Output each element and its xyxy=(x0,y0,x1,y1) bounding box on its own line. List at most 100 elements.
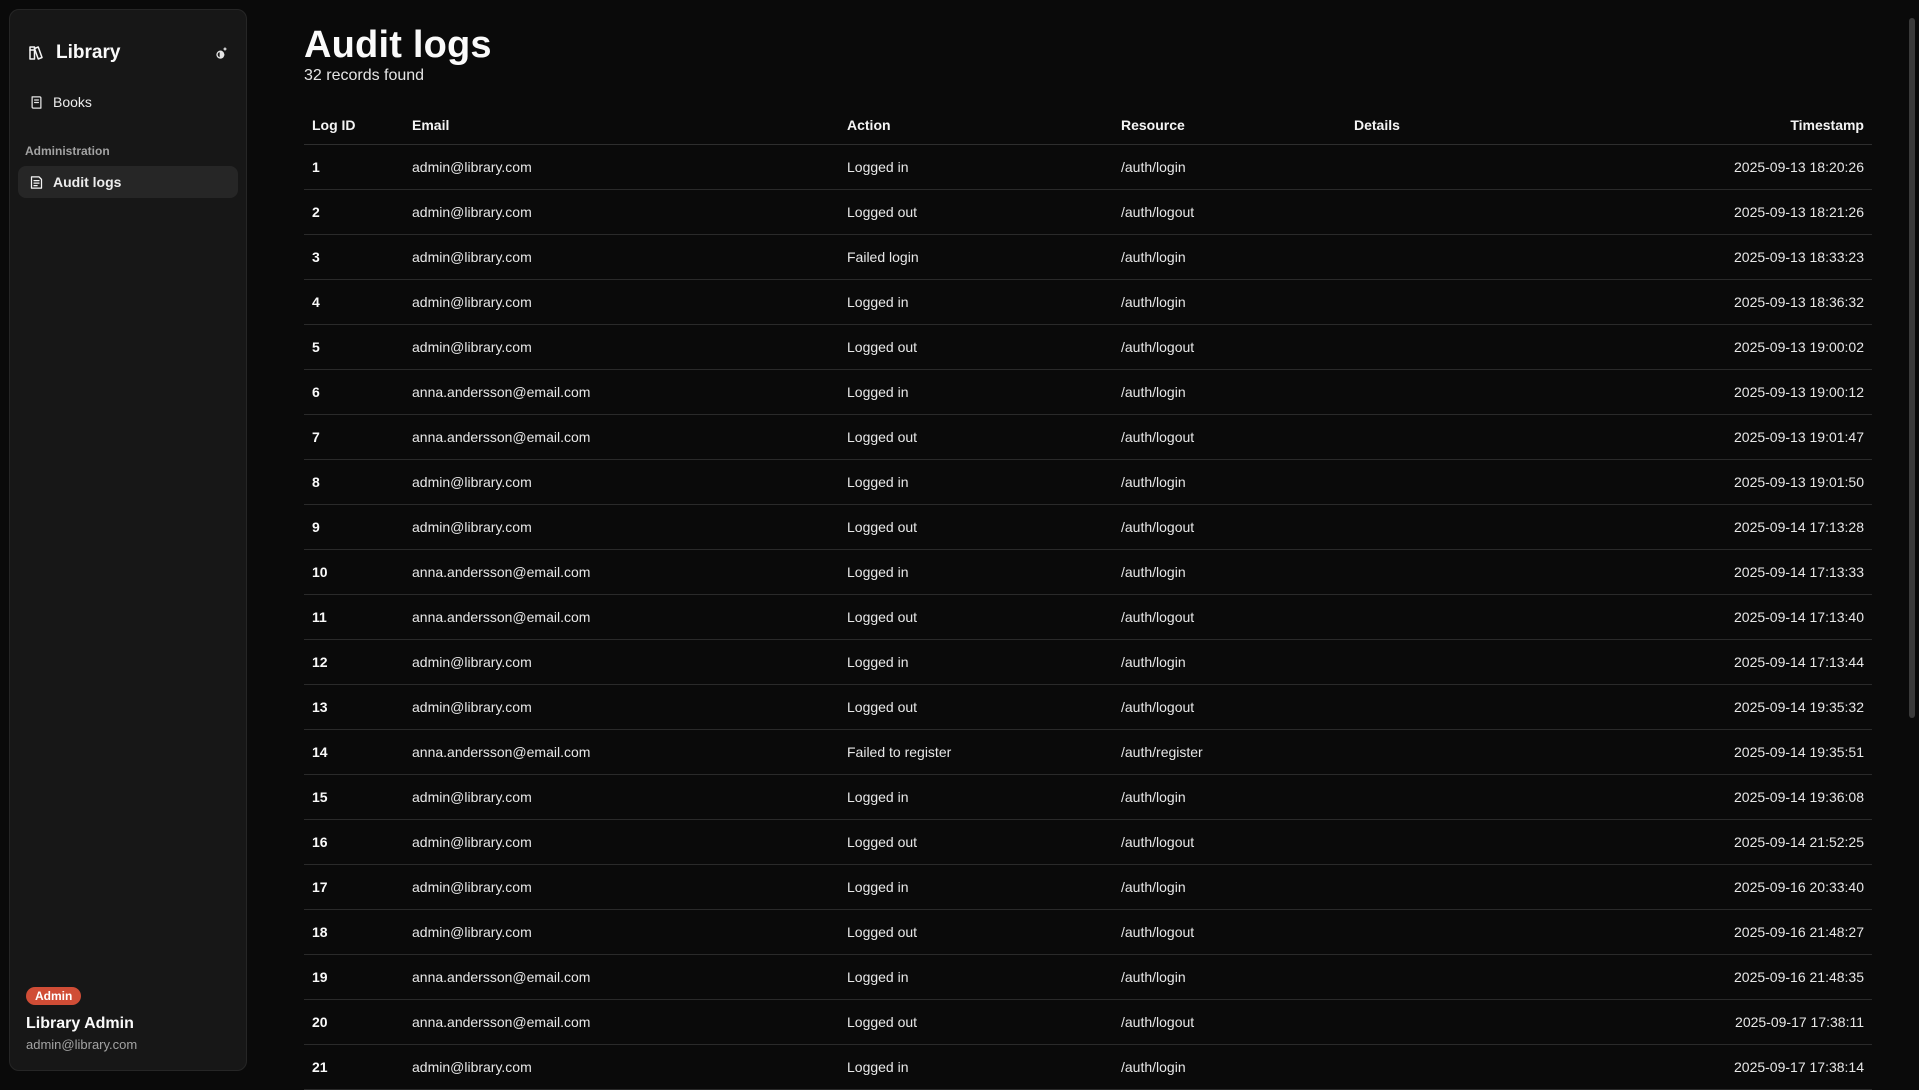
logs-icon xyxy=(28,174,44,190)
log-id-cell: 1 xyxy=(304,144,404,190)
email-cell: anna.andersson@email.com xyxy=(404,369,839,415)
table-row[interactable]: 16 admin@library.com Logged out/auth/logou… xyxy=(304,819,1872,865)
resource-cell: /auth/login xyxy=(1113,774,1346,820)
table-row[interactable]: 10 anna.andersson@email.com Logged in/auth… xyxy=(304,549,1872,595)
log-id-cell: 20 xyxy=(304,999,404,1045)
log-id-cell: 6 xyxy=(304,369,404,415)
action-cell: Logged out xyxy=(839,999,1113,1045)
record-count: 32 records found xyxy=(304,67,425,84)
action-cell: Logged in xyxy=(839,864,1113,910)
email-cell: admin@library.com xyxy=(404,864,839,910)
timestamp-cell: 2025-09-16 21:48:27 xyxy=(1726,909,1872,955)
column-header-email[interactable]: Email xyxy=(404,106,839,145)
action-cell: Logged out xyxy=(839,324,1113,370)
action-cell: Logged in xyxy=(839,369,1113,415)
sidebar-item-audit-logs[interactable]: Audit logs xyxy=(18,166,238,198)
resource-cell: /auth/register xyxy=(1113,729,1346,775)
table-row[interactable]: 20 anna.andersson@email.com Logged out/aut… xyxy=(304,999,1872,1045)
table-row[interactable]: 19 anna.andersson@email.com Logged in/auth… xyxy=(304,954,1872,1000)
timestamp-cell: 2025-09-16 21:48:35 xyxy=(1726,954,1872,1000)
table-row[interactable]: 13 admin@library.com Logged out/auth/logou… xyxy=(304,684,1872,730)
resource-cell: /auth/login xyxy=(1113,459,1346,505)
resource-cell: /auth/login xyxy=(1113,234,1346,280)
table-row[interactable]: 3 admin@library.com Failed login/auth/logi… xyxy=(304,234,1872,280)
details-cell xyxy=(1346,864,1726,910)
action-cell: Logged in xyxy=(839,774,1113,820)
table-row[interactable]: 15 admin@library.com Logged in/auth/login 2… xyxy=(304,774,1872,820)
resource-cell: /auth/login xyxy=(1113,954,1346,1000)
table-row[interactable]: 4 admin@library.com Logged in/auth/login 20… xyxy=(304,279,1872,325)
details-cell xyxy=(1346,459,1726,505)
email-cell: admin@library.com xyxy=(404,909,839,955)
timestamp-cell: 2025-09-13 19:00:02 xyxy=(1726,324,1872,370)
details-cell xyxy=(1346,684,1726,730)
action-cell: Logged in xyxy=(839,1044,1113,1090)
table-row[interactable]: 7 anna.andersson@email.com Logged out/auth… xyxy=(304,414,1872,460)
timestamp-cell: 2025-09-14 17:13:33 xyxy=(1726,549,1872,595)
column-header-timestamp[interactable]: Timestamp xyxy=(1726,106,1872,145)
table-row[interactable]: 12 admin@library.com Logged in/auth/login 2… xyxy=(304,639,1872,685)
details-cell xyxy=(1346,909,1726,955)
action-cell: Logged in xyxy=(839,954,1113,1000)
resource-cell: /auth/logout xyxy=(1113,324,1346,370)
user-profile[interactable]: Admin Library Admin admin@library.com xyxy=(26,987,236,1052)
action-cell: Failed to register xyxy=(839,729,1113,775)
details-cell xyxy=(1346,189,1726,235)
table-row[interactable]: 2 admin@library.com Logged out/auth/logout… xyxy=(304,189,1872,235)
log-id-cell: 3 xyxy=(304,234,404,280)
log-id-cell: 10 xyxy=(304,549,404,595)
resource-cell: /auth/logout xyxy=(1113,684,1346,730)
email-cell: admin@library.com xyxy=(404,684,839,730)
table-row[interactable]: 8 admin@library.com Logged in/auth/login 20… xyxy=(304,459,1872,505)
sidebar-item-books[interactable]: Books xyxy=(18,86,238,118)
resource-cell: /auth/login xyxy=(1113,144,1346,190)
scrollbar[interactable] xyxy=(1909,18,1915,718)
details-cell xyxy=(1346,234,1726,280)
user-email: admin@library.com xyxy=(26,1037,138,1052)
details-cell xyxy=(1346,549,1726,595)
email-cell: anna.andersson@email.com xyxy=(404,414,839,460)
table-row[interactable]: 14 anna.andersson@email.com Failed to regi… xyxy=(304,729,1872,775)
resource-cell: /auth/logout xyxy=(1113,189,1346,235)
log-id-cell: 14 xyxy=(304,729,404,775)
table-row[interactable]: 11 anna.andersson@email.com Logged out/aut… xyxy=(304,594,1872,640)
log-id-cell: 15 xyxy=(304,774,404,820)
log-id-cell: 4 xyxy=(304,279,404,325)
email-cell: admin@library.com xyxy=(404,234,839,280)
table-row[interactable]: 21 admin@library.com Logged in/auth/login 2… xyxy=(304,1044,1872,1090)
details-cell xyxy=(1346,144,1726,190)
table-row[interactable]: 5 admin@library.com Logged out/auth/logout… xyxy=(304,324,1872,370)
resource-cell: /auth/login xyxy=(1113,639,1346,685)
theme-toggle-icon[interactable] xyxy=(210,43,232,65)
timestamp-cell: 2025-09-17 17:38:11 xyxy=(1726,999,1872,1045)
column-header-resource[interactable]: Resource xyxy=(1113,106,1346,145)
action-cell: Logged out xyxy=(839,414,1113,460)
table-row[interactable]: 17 admin@library.com Logged in/auth/login 2… xyxy=(304,864,1872,910)
log-id-cell: 5 xyxy=(304,324,404,370)
details-cell xyxy=(1346,999,1726,1045)
resource-cell: /auth/login xyxy=(1113,1044,1346,1090)
table-row[interactable]: 18 admin@library.com Logged out/auth/logou… xyxy=(304,909,1872,955)
action-cell: Logged in xyxy=(839,459,1113,505)
timestamp-cell: 2025-09-14 17:13:44 xyxy=(1726,639,1872,685)
action-cell: Logged out xyxy=(839,819,1113,865)
email-cell: admin@library.com xyxy=(404,189,839,235)
timestamp-cell: 2025-09-14 21:52:25 xyxy=(1726,819,1872,865)
brand-label: Library xyxy=(56,42,121,63)
table-row[interactable]: 9 admin@library.com Logged out/auth/logout… xyxy=(304,504,1872,550)
table-row[interactable]: 6 anna.andersson@email.com Logged in/auth/… xyxy=(304,369,1872,415)
user-name: Library Admin xyxy=(26,1015,134,1032)
column-header-details[interactable]: Details xyxy=(1346,106,1726,145)
brand[interactable]: Library xyxy=(26,33,234,73)
email-cell: admin@library.com xyxy=(404,324,839,370)
email-cell: admin@library.com xyxy=(404,774,839,820)
action-cell: Logged out xyxy=(839,684,1113,730)
timestamp-cell: 2025-09-14 19:35:51 xyxy=(1726,729,1872,775)
email-cell: anna.andersson@email.com xyxy=(404,999,839,1045)
timestamp-cell: 2025-09-13 19:01:47 xyxy=(1726,414,1872,460)
log-id-cell: 2 xyxy=(304,189,404,235)
resource-cell: /auth/login xyxy=(1113,864,1346,910)
column-header-log-id[interactable]: Log ID xyxy=(304,106,404,145)
column-header-action[interactable]: Action xyxy=(839,106,1113,145)
table-row[interactable]: 1 admin@library.com Logged in/auth/login 20… xyxy=(304,144,1872,190)
